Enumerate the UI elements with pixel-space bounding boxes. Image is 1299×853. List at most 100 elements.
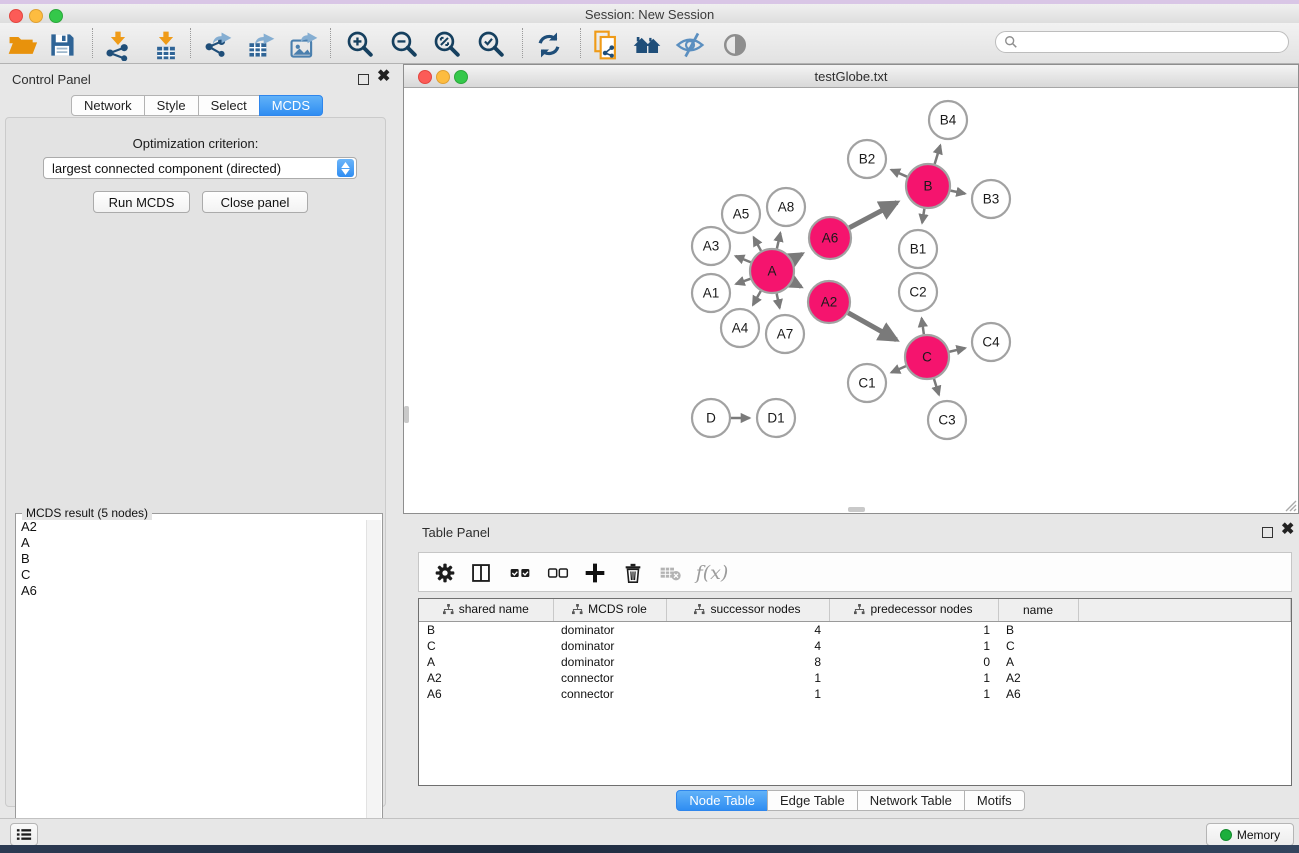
table-cell[interactable]: 1 [829, 638, 998, 654]
show-graphics-details-icon[interactable] [717, 27, 753, 63]
mcds-result-item[interactable]: B [17, 552, 365, 568]
mcds-result-scrollbar[interactable] [366, 520, 381, 853]
import-network-icon[interactable] [100, 27, 136, 63]
table-cell[interactable]: A2 [998, 670, 1078, 686]
table-cell[interactable]: C [419, 638, 553, 654]
table-cell[interactable]: 1 [666, 686, 829, 702]
table-cell[interactable]: 8 [666, 654, 829, 670]
delete-row-icon[interactable] [615, 555, 651, 591]
network-canvas[interactable]: B4B2BB3A8A5A6B1A3AC2A1A2A4A7C4CC1C3DD1 [404, 88, 1298, 513]
tab-motifs[interactable]: Motifs [964, 790, 1025, 811]
graph-edge-A-A5[interactable] [754, 237, 761, 251]
tab-network[interactable]: Network [71, 95, 145, 116]
table-row[interactable]: Cdominator41C [419, 638, 1291, 654]
table-row[interactable]: A2connector11A2 [419, 670, 1291, 686]
mcds-result-list[interactable]: A2ABCA6 [17, 520, 365, 853]
graph-edge-B-B1[interactable] [922, 209, 924, 223]
search-input[interactable] [1018, 34, 1262, 50]
close-table-panel-icon[interactable]: ✖ [1281, 525, 1294, 535]
tab-select[interactable]: Select [198, 95, 260, 116]
column-header-name[interactable]: name [998, 599, 1078, 622]
refresh-icon[interactable] [531, 27, 567, 63]
table-cell[interactable]: A [998, 654, 1078, 670]
table-cell[interactable]: A [419, 654, 553, 670]
graph-edge-C-C2[interactable] [922, 318, 924, 334]
column-header-predecessor-nodes[interactable]: predecessor nodes [829, 599, 998, 622]
hide-graphics-details-icon[interactable] [672, 27, 708, 63]
table-header-row[interactable]: shared name MCDS role successor nodes pr… [419, 599, 1291, 622]
function-builder-icon[interactable]: f(x) [689, 555, 735, 591]
table-cell[interactable]: A6 [419, 686, 553, 702]
graph-edge-A6-B[interactable] [849, 202, 897, 227]
table-cell[interactable]: 1 [829, 622, 998, 639]
table-cell[interactable]: connector [553, 670, 666, 686]
optimization-criterion-select[interactable]: largest connected component (directed) [43, 157, 357, 179]
table-cell[interactable]: 4 [666, 622, 829, 639]
graph-edge-B-B4[interactable] [935, 145, 941, 164]
network-horizontal-scroll-nub[interactable] [848, 507, 865, 512]
tab-network-table[interactable]: Network Table [857, 790, 965, 811]
close-panel-button[interactable]: Close panel [202, 191, 308, 213]
mcds-result-item[interactable]: A6 [17, 584, 365, 600]
graph-edge-A-A2[interactable] [792, 282, 801, 287]
graph-edge-A-A3[interactable] [736, 256, 751, 262]
network-vertical-scroll-nub[interactable] [404, 406, 409, 423]
select-all-icon[interactable] [502, 555, 538, 591]
table-cell[interactable]: B [998, 622, 1078, 639]
graph-edge-B-B2[interactable] [891, 170, 907, 177]
float-table-panel-icon[interactable] [1262, 527, 1273, 538]
deselect-all-icon[interactable] [540, 555, 576, 591]
clone-network-icon[interactable] [588, 27, 624, 63]
graph-edge-C-C4[interactable] [949, 348, 965, 352]
mcds-result-item[interactable]: A [17, 536, 365, 552]
graph-edge-B-B3[interactable] [951, 191, 966, 194]
graph-edge-C-C3[interactable] [934, 379, 939, 395]
column-header-shared-name[interactable]: shared name [419, 599, 553, 622]
column-settings-gear-icon[interactable] [427, 555, 463, 591]
table-cell[interactable]: 4 [666, 638, 829, 654]
tab-edge-table[interactable]: Edge Table [767, 790, 858, 811]
search-field[interactable] [995, 31, 1289, 53]
table-cell[interactable]: A6 [998, 686, 1078, 702]
open-session-icon[interactable] [4, 27, 40, 63]
table-cell[interactable]: 1 [666, 670, 829, 686]
float-panel-icon[interactable] [358, 74, 369, 85]
graph-edge-C-C1[interactable] [891, 366, 906, 372]
graph-edge-A-A1[interactable] [736, 279, 750, 284]
tab-style[interactable]: Style [144, 95, 199, 116]
table-cell[interactable]: 0 [829, 654, 998, 670]
graph-edge-A-A8[interactable] [777, 233, 780, 249]
graph-edge-A-A6[interactable] [792, 254, 802, 260]
zoom-out-icon[interactable] [387, 27, 423, 63]
column-header-successor-nodes[interactable]: successor nodes [666, 599, 829, 622]
table-row[interactable]: Adominator80A [419, 654, 1291, 670]
add-row-icon[interactable] [577, 555, 613, 591]
table-row[interactable]: A6connector11A6 [419, 686, 1291, 702]
mcds-result-item[interactable]: A2 [17, 520, 365, 536]
close-panel-icon[interactable]: ✖ [377, 72, 390, 82]
window-resize-grip[interactable] [1284, 499, 1297, 512]
export-table-icon[interactable] [243, 27, 279, 63]
table-cell[interactable]: A2 [419, 670, 553, 686]
table-cell[interactable]: 1 [829, 670, 998, 686]
zoom-fit-icon[interactable] [430, 27, 466, 63]
column-header-mcds-role[interactable]: MCDS role [553, 599, 666, 622]
table-cell[interactable]: dominator [553, 654, 666, 670]
tab-mcds[interactable]: MCDS [259, 95, 323, 116]
graph-edge-A-A4[interactable] [753, 291, 761, 305]
home-icon[interactable] [629, 27, 665, 63]
network-window-titlebar[interactable]: testGlobe.txt [404, 65, 1298, 88]
save-session-icon[interactable] [44, 27, 80, 63]
table-row[interactable]: Bdominator41B [419, 622, 1291, 639]
clear-table-icon[interactable] [652, 555, 688, 591]
show-columns-icon[interactable] [463, 555, 499, 591]
table-cell[interactable]: C [998, 638, 1078, 654]
graph-edge-A-A7[interactable] [777, 294, 780, 309]
table-cell[interactable]: 1 [829, 686, 998, 702]
tab-node-table[interactable]: Node Table [676, 790, 768, 811]
run-mcds-button[interactable]: Run MCDS [93, 191, 190, 213]
table-cell[interactable]: connector [553, 686, 666, 702]
show-panels-button[interactable] [10, 823, 38, 846]
table-cell[interactable]: B [419, 622, 553, 639]
memory-button[interactable]: Memory [1206, 823, 1294, 846]
